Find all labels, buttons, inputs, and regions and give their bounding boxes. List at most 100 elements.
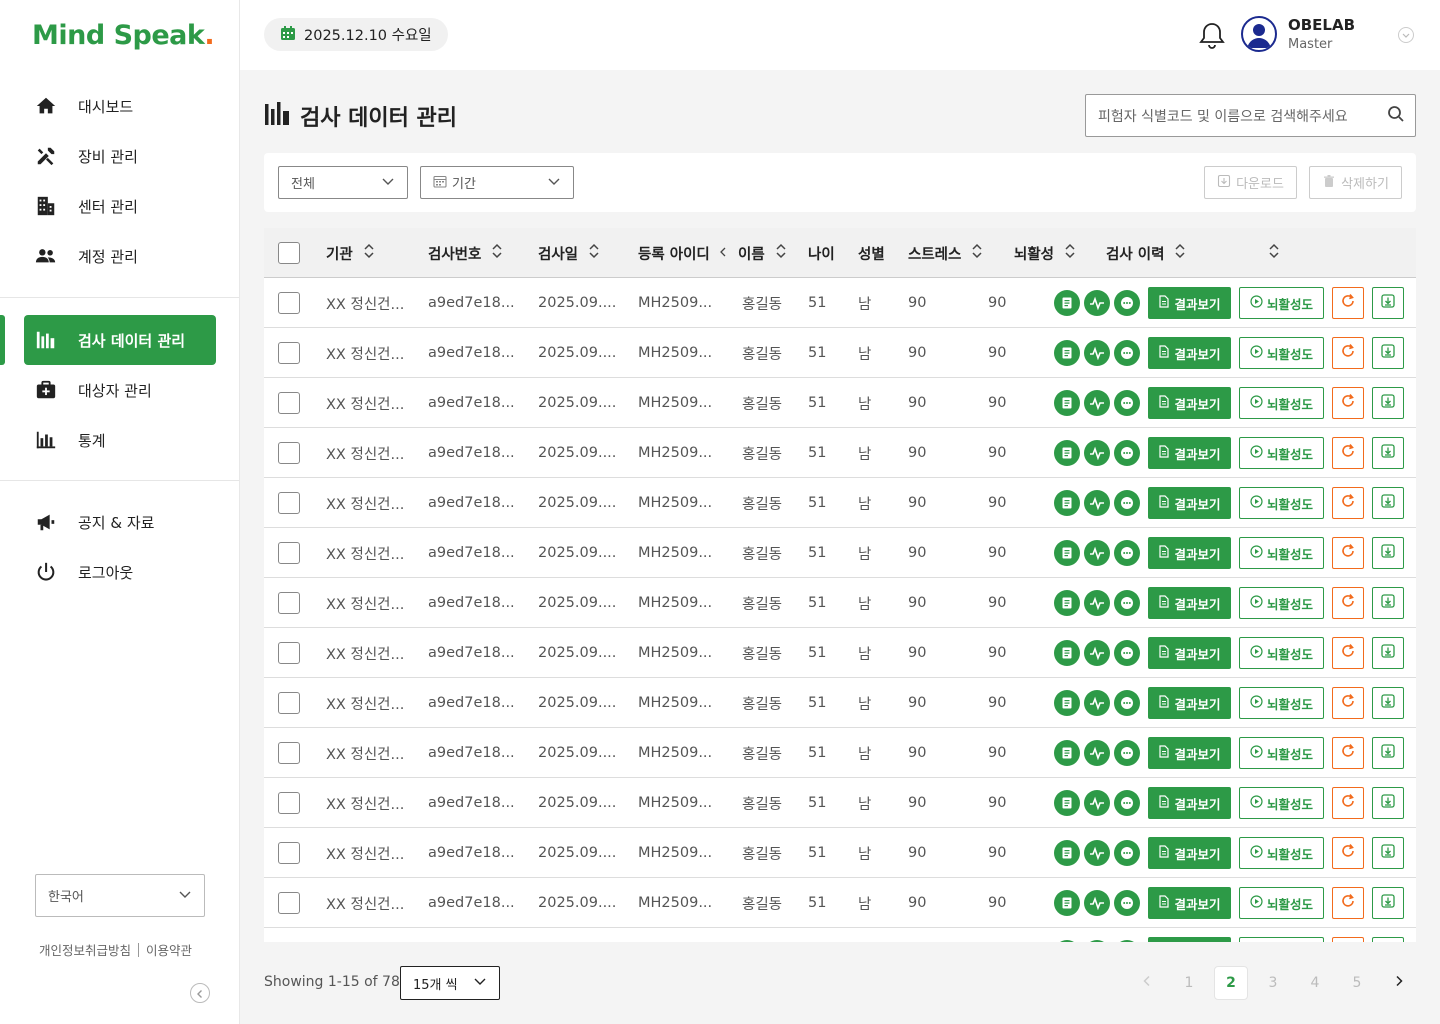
row-checkbox[interactable] [278,742,300,764]
row-download-button[interactable] [1372,487,1404,519]
refresh-button[interactable] [1332,687,1364,719]
sidebar-item-subject[interactable]: 대상자 관리 [24,365,216,415]
table-row[interactable]: XX 정신건... a9ed7e18... 2025.09.... MH2509...… [264,828,1416,878]
pulse-icon[interactable] [1084,640,1110,666]
table-row[interactable]: XX 정신건... a9ed7e18... 2025.09.... MH2509...… [264,628,1416,678]
refresh-button[interactable] [1332,587,1364,619]
row-download-button[interactable] [1372,387,1404,419]
view-result-button[interactable]: 결과보기 [1148,387,1231,419]
report-icon[interactable] [1054,440,1080,466]
column-header-test-date[interactable]: 검사일 [538,228,600,278]
brain-activity-button[interactable]: 뇌활성도 [1239,887,1324,919]
column-header-name[interactable]: 이름 [738,228,787,278]
pulse-icon[interactable] [1084,690,1110,716]
refresh-button[interactable] [1332,737,1364,769]
pulse-icon[interactable] [1084,390,1110,416]
brain-activity-button[interactable]: 뇌활성도 [1239,687,1324,719]
column-header-institution[interactable]: 기관 [326,228,375,278]
chat-icon[interactable] [1114,640,1140,666]
pulse-icon[interactable] [1084,790,1110,816]
chat-icon[interactable] [1114,840,1140,866]
view-result-button[interactable]: 결과보기 [1148,487,1231,519]
pulse-icon[interactable] [1084,340,1110,366]
row-checkbox[interactable] [278,892,300,914]
table-row[interactable]: XX 정신건... a9ed7e18... 2025.09.... MH2509...… [264,878,1416,928]
select-all-checkbox[interactable] [278,242,300,264]
row-checkbox[interactable] [278,442,300,464]
refresh-button[interactable] [1332,337,1364,369]
column-header-actions[interactable] [1268,228,1280,278]
view-result-button[interactable]: 결과보기 [1148,687,1231,719]
column-header-stress[interactable]: 스트레스 [908,228,983,278]
refresh-button[interactable] [1332,437,1364,469]
row-download-button[interactable] [1372,337,1404,369]
report-icon[interactable] [1054,340,1080,366]
sort-icon[interactable] [588,243,600,263]
row-checkbox[interactable] [278,392,300,414]
pulse-icon[interactable] [1084,740,1110,766]
pulse-icon[interactable] [1084,440,1110,466]
collapse-sidebar-button[interactable] [190,983,210,1003]
column-header-brain-activity[interactable]: 뇌활성 [1014,228,1076,278]
report-icon[interactable] [1054,540,1080,566]
language-select[interactable]: 한국어 [35,874,205,917]
page-number-button[interactable]: 1 [1172,966,1206,1000]
row-checkbox[interactable] [278,492,300,514]
terms-link[interactable]: 이용약관 [146,940,192,959]
table-row[interactable]: XX 정신건... a9ed7e18... 2025.09.... MH2509...… [264,278,1416,328]
table-row[interactable]: XX 정신건... a9ed7e18... 2025.09.... MH2509...… [264,528,1416,578]
brain-activity-button[interactable]: 뇌활성도 [1239,737,1324,769]
row-download-button[interactable] [1372,537,1404,569]
download-button[interactable]: 다운로드 [1204,166,1297,199]
brain-activity-button[interactable]: 뇌활성도 [1239,487,1324,519]
report-icon[interactable] [1054,690,1080,716]
brain-activity-button[interactable]: 뇌활성도 [1239,637,1324,669]
search-input[interactable]: 피험자 식별코드 및 이름으로 검색해주세요 [1085,94,1416,137]
sidebar-item-notice[interactable]: 공지 & 자료 [24,497,216,547]
row-download-button[interactable] [1372,587,1404,619]
chat-icon[interactable] [1114,740,1140,766]
table-row[interactable]: XX 정신건... a9ed7e18... 2025.09.... MH2509...… [264,578,1416,628]
sidebar-item-stats[interactable]: 통계 [24,415,216,465]
user-menu-chevron-icon[interactable] [1398,27,1414,43]
avatar[interactable] [1241,16,1277,52]
page-size-select[interactable]: 15개 씩 [400,966,500,1000]
row-checkbox[interactable] [278,692,300,714]
bell-icon[interactable] [1199,21,1225,53]
table-row[interactable]: XX 정신건... a9ed7e18... 2025.09.... MH2509...… [264,778,1416,828]
column-header-test-history[interactable]: 검사 이력 [1106,228,1186,278]
sidebar-item-test-data[interactable]: 검사 데이터 관리 [24,315,216,365]
row-download-button[interactable] [1372,887,1404,919]
sidebar-item-account[interactable]: 계정 관리 [24,231,216,281]
report-icon[interactable] [1054,290,1080,316]
page-number-button[interactable]: 3 [1256,966,1290,1000]
report-icon[interactable] [1054,490,1080,516]
column-header-test-number[interactable]: 검사번호 [428,228,503,278]
report-icon[interactable] [1054,840,1080,866]
view-result-button[interactable]: 결과보기 [1148,437,1231,469]
prev-page-button[interactable] [1130,966,1164,1000]
chat-icon[interactable] [1114,390,1140,416]
row-download-button[interactable] [1372,737,1404,769]
view-result-button[interactable]: 결과보기 [1148,337,1231,369]
row-checkbox[interactable] [278,842,300,864]
refresh-button[interactable] [1332,537,1364,569]
row-checkbox[interactable] [278,342,300,364]
refresh-button[interactable] [1332,887,1364,919]
sort-icon[interactable] [1174,243,1186,263]
report-icon[interactable] [1054,790,1080,816]
chat-icon[interactable] [1114,440,1140,466]
pulse-icon[interactable] [1084,840,1110,866]
sort-icon[interactable] [1064,243,1076,263]
sort-icon[interactable] [1268,243,1280,263]
view-result-button[interactable]: 결과보기 [1148,587,1231,619]
table-row[interactable]: XX 정신건... a9ed7e18... 2025.09.... MH2509...… [264,478,1416,528]
row-checkbox[interactable] [278,292,300,314]
chat-icon[interactable] [1114,690,1140,716]
report-icon[interactable] [1054,890,1080,916]
view-result-button[interactable]: 결과보기 [1148,737,1231,769]
view-result-button[interactable]: 결과보기 [1148,837,1231,869]
report-icon[interactable] [1054,590,1080,616]
row-download-button[interactable] [1372,837,1404,869]
brain-activity-button[interactable]: 뇌활성도 [1239,287,1324,319]
